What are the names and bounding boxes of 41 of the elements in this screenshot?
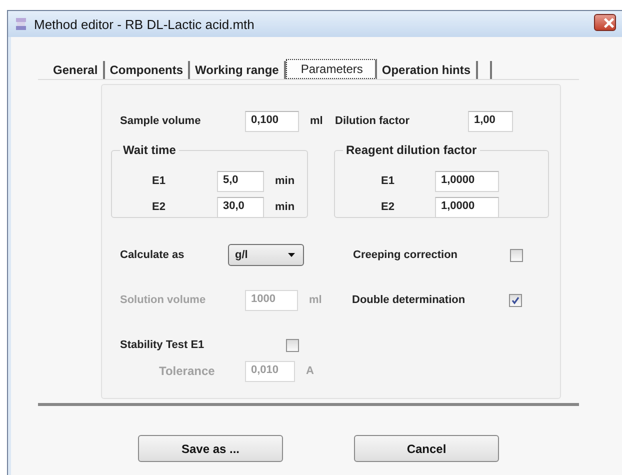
tab[interactable]: General <box>48 61 105 79</box>
checkbox[interactable] <box>286 338 299 352</box>
group-title: Wait time <box>120 143 179 157</box>
field-label: Stability Test E1 <box>120 339 206 351</box>
save-as-button[interactable]: Save as ... <box>138 435 283 462</box>
tab[interactable]: Operation hints <box>376 61 478 79</box>
input-field[interactable]: 5,0 <box>217 170 264 192</box>
window-title: Method editor - RB DL-Lactic acid.mth <box>34 16 254 32</box>
input-field[interactable]: 1,0000 <box>435 170 499 192</box>
field-label: Dilution factor <box>335 115 411 127</box>
dropdown-arrow-icon <box>288 253 295 257</box>
field-label: Solution volume <box>120 294 207 306</box>
close-icon <box>602 16 614 30</box>
app-icon <box>15 17 27 31</box>
group-title: Reagent dilution factor <box>343 143 480 157</box>
input-field[interactable]: 1,00 <box>468 110 513 132</box>
unit-label: min <box>275 175 296 187</box>
tab[interactable]: Components <box>104 61 190 79</box>
unit-dropdown[interactable]: g/l <box>228 244 304 266</box>
field-label: Creeping correction <box>353 249 459 261</box>
field-label: E2 <box>152 201 166 213</box>
unit-label: ml <box>310 115 324 127</box>
check-icon <box>511 296 520 304</box>
close-button[interactable] <box>594 14 616 31</box>
field-label: Calculate as <box>120 249 186 261</box>
checkbox[interactable] <box>509 294 522 306</box>
unit-label: min <box>275 201 296 213</box>
unit-label: ml <box>309 294 323 306</box>
field-label: E2 <box>381 201 396 213</box>
unit-label: A <box>306 365 315 377</box>
cancel-button[interactable]: Cancel <box>354 435 499 462</box>
field-label: E1 <box>381 175 396 187</box>
field-label: Double determination <box>352 294 466 306</box>
checkbox[interactable] <box>510 248 523 262</box>
field-label: E1 <box>152 175 166 187</box>
field-label: Tolerance <box>159 364 216 378</box>
field-label: Sample volume <box>120 115 202 127</box>
input-field[interactable]: 30,0 <box>217 196 264 218</box>
input-field[interactable]: 1,0000 <box>435 196 499 218</box>
input-field[interactable]: 0,100 <box>245 110 299 132</box>
tab[interactable]: Parameters <box>286 59 377 79</box>
